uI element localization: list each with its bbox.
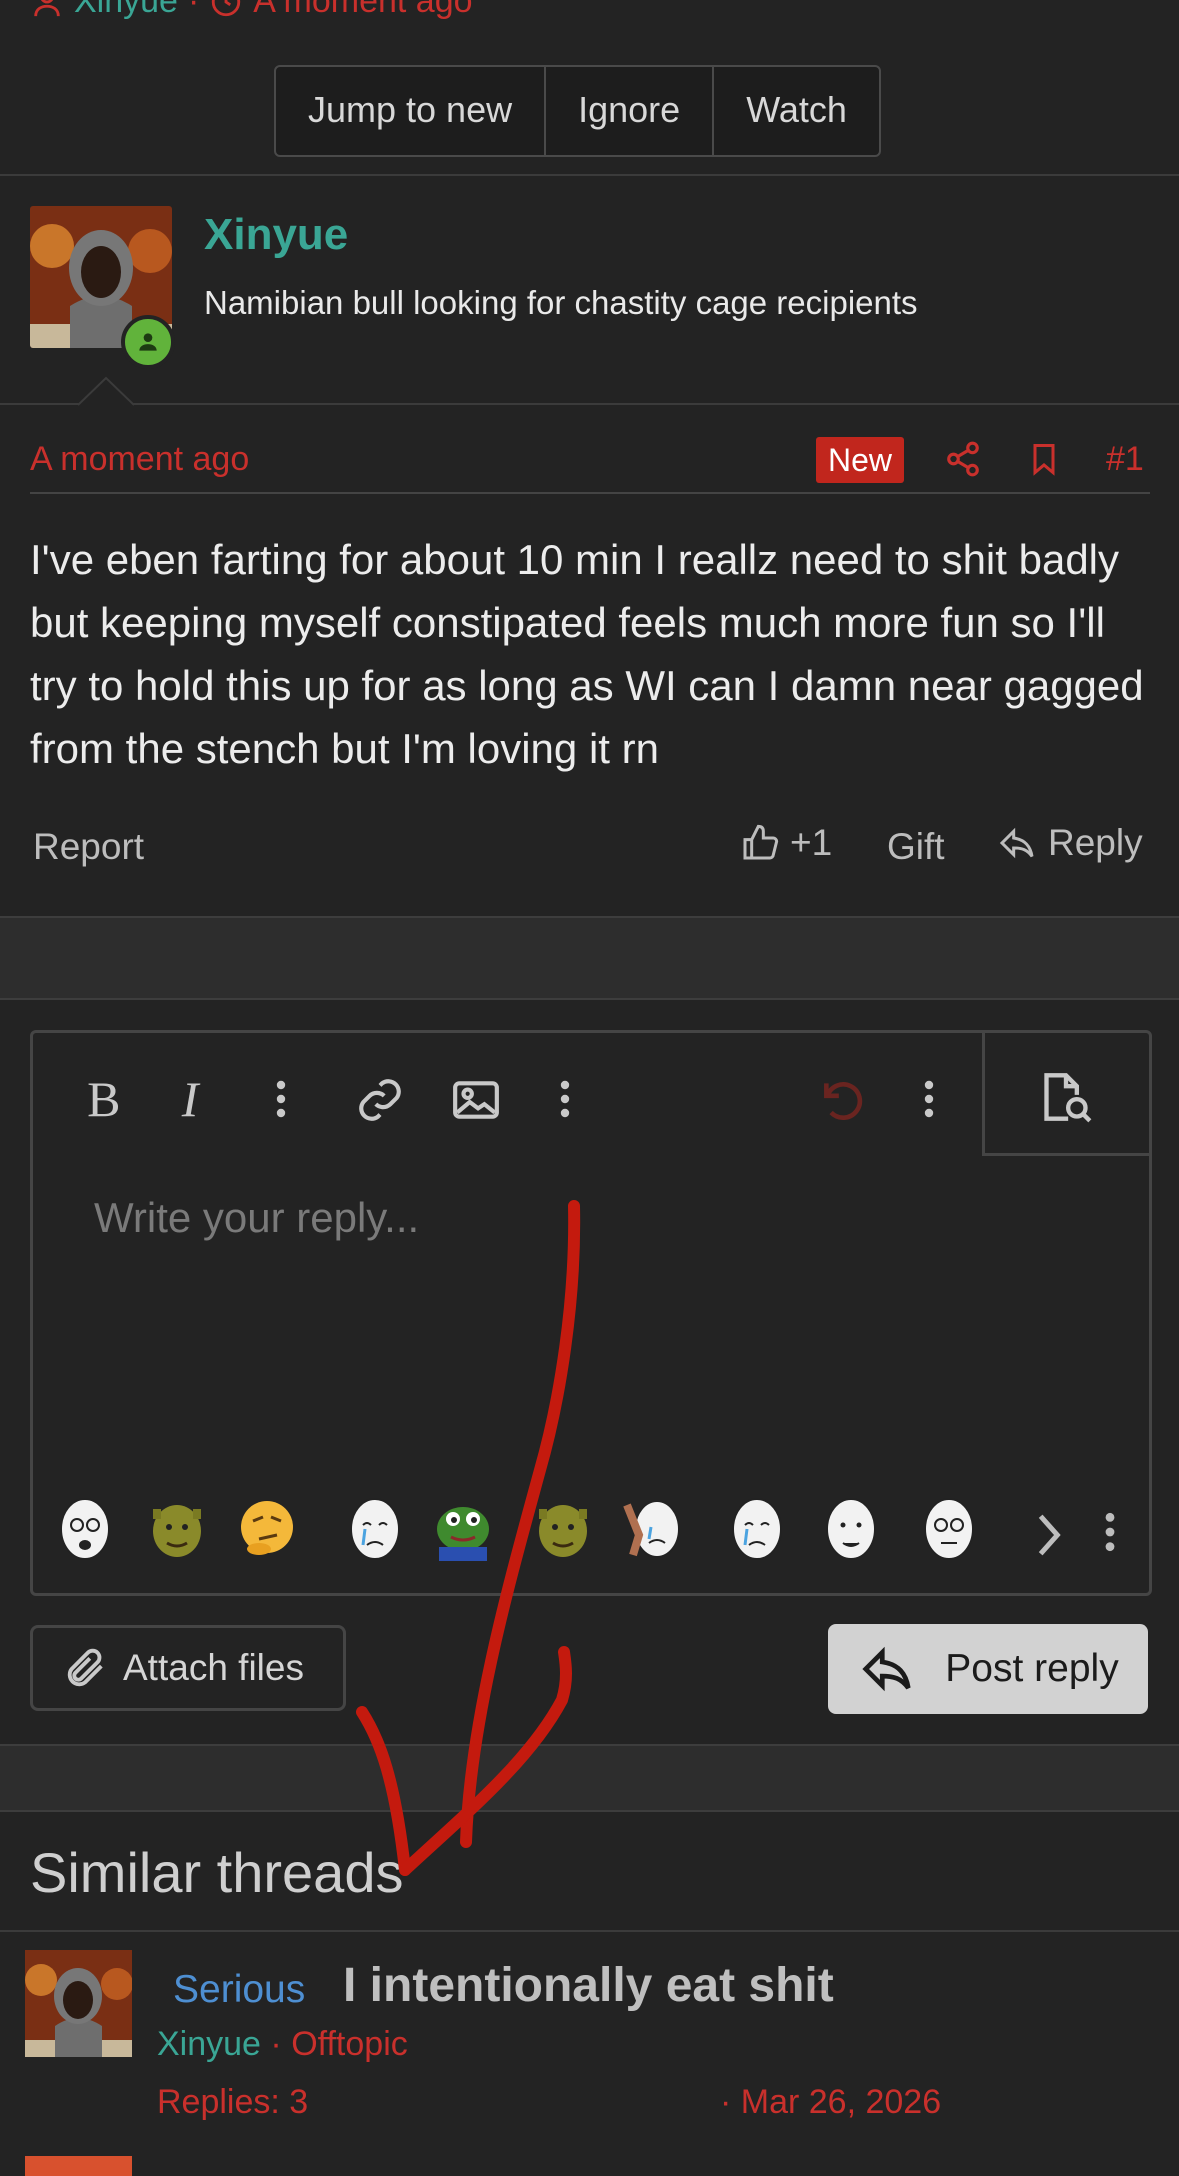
watch-button[interactable]: Watch [714, 67, 879, 155]
thread-prefix[interactable]: Serious [173, 1968, 305, 2012]
thread-title[interactable]: I intentionally eat shit [343, 1958, 834, 2013]
reply-placeholder[interactable]: Write your reply... [94, 1194, 419, 1242]
meta-separator: · [270, 2025, 282, 2063]
like-count: +1 [790, 822, 833, 863]
gift-link[interactable]: Gift [887, 826, 945, 868]
undo-icon[interactable] [817, 1075, 869, 1125]
smilie-thinking[interactable] [236, 1495, 298, 1561]
post-header-divider [30, 492, 1150, 494]
section-band [0, 916, 1179, 1000]
attach-files-button[interactable]: Attach files [30, 1625, 346, 1711]
paperclip-icon [67, 1648, 103, 1687]
bold-icon[interactable]: B [83, 1073, 127, 1123]
more-icon[interactable] [1102, 1510, 1118, 1554]
chevron-right-icon[interactable] [1034, 1510, 1064, 1560]
thread-date[interactable]: · Mar 26, 2026 [720, 2083, 941, 2122]
link-icon[interactable] [355, 1075, 405, 1125]
meta-separator: · [187, 0, 200, 20]
divider [0, 174, 1179, 176]
svg-text:B: B [87, 1073, 120, 1123]
thread-meta: Xinyue · A moment ago [30, 0, 473, 21]
smilie-shrek[interactable] [532, 1495, 594, 1561]
next-thread-avatar[interactable] [25, 2156, 132, 2176]
reply-icon [862, 1646, 911, 1692]
report-link[interactable]: Report [33, 826, 144, 868]
smilie-crying-wojak-hands[interactable] [622, 1495, 684, 1561]
section-band [0, 1744, 1179, 1812]
smilie-shrek[interactable] [146, 1495, 208, 1561]
thread-author[interactable]: Xinyue [157, 2025, 261, 2063]
attach-files-label: Attach files [123, 1647, 304, 1688]
more-icon[interactable] [921, 1078, 937, 1120]
smilie-pepe[interactable] [432, 1495, 494, 1561]
svg-text:I: I [181, 1073, 201, 1123]
post-body: I've eben farting for about 10 min I rea… [30, 536, 1144, 772]
thread-replies: Replies: 3 [157, 2083, 309, 2121]
image-icon[interactable] [451, 1078, 501, 1122]
post-number[interactable]: #1 [1106, 440, 1144, 479]
post-date[interactable]: A moment ago [30, 440, 249, 479]
thread-time[interactable]: A moment ago [253, 0, 472, 21]
reply-button[interactable]: Reply [996, 822, 1143, 864]
thread-forum[interactable]: Offtopic [291, 2025, 408, 2063]
ignore-button[interactable]: Ignore [546, 67, 715, 155]
message-divider [0, 403, 1179, 405]
post-author-name[interactable]: Xinyue [204, 210, 348, 260]
preview-icon [1044, 1073, 1092, 1123]
post-reply-button[interactable]: Post reply [828, 1624, 1148, 1714]
user-icon [34, 0, 60, 16]
clock-icon [212, 0, 241, 16]
bookmark-icon[interactable] [1026, 438, 1062, 480]
smilie-wojak-glasses[interactable] [54, 1495, 116, 1561]
smilie-crying-wojak[interactable] [726, 1495, 788, 1561]
new-badge: New [816, 437, 905, 483]
thread-action-group: Jump to new Ignore Watch [274, 65, 881, 157]
reply-icon [999, 827, 1034, 859]
jump-to-new-button[interactable]: Jump to new [276, 67, 547, 155]
more-icon[interactable] [273, 1078, 289, 1120]
italic-icon[interactable]: I [178, 1073, 214, 1123]
user-title: Namibian bull looking for chastity cage … [204, 284, 918, 321]
smilie-wojak[interactable] [820, 1495, 882, 1561]
more-icon[interactable] [557, 1078, 573, 1120]
like-button[interactable]: +1 [740, 822, 832, 864]
share-icon[interactable] [944, 439, 982, 479]
post-reply-label: Post reply [945, 1647, 1119, 1690]
reply-label: Reply [1048, 822, 1143, 863]
thread-meta-line: Xinyue · Offtopic [157, 2025, 408, 2064]
thumbs-up-icon [743, 824, 779, 860]
smilie-wojak-glasses[interactable] [918, 1495, 980, 1561]
similar-threads-heading: Similar threads [30, 1841, 404, 1904]
preview-toggle[interactable] [982, 1033, 1149, 1156]
thread-avatar[interactable] [25, 1950, 133, 2057]
online-status-icon [121, 315, 175, 369]
thread-author[interactable]: Xinyue [74, 0, 178, 21]
message-arrow [78, 376, 134, 406]
divider [0, 1930, 1179, 1932]
smilie-crying-wojak[interactable] [344, 1495, 406, 1561]
